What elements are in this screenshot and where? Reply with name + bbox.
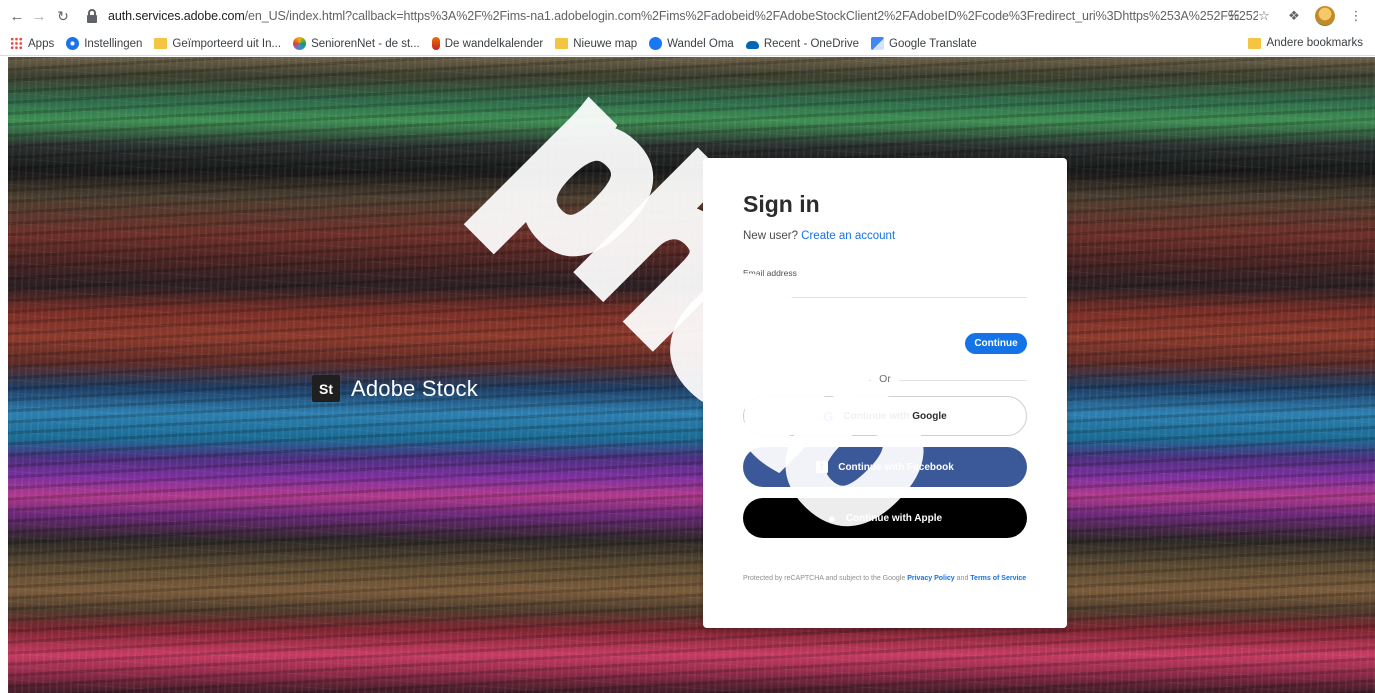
url-text[interactable]: auth.services.adobe.com/en_US/index.html…: [108, 9, 1258, 23]
bookmark-seniorennet[interactable]: SeniorenNet - de st...: [293, 37, 420, 50]
continue-with-google-button[interactable]: G Continue with Google: [743, 396, 1027, 436]
folder-icon: [154, 38, 168, 49]
bookmark-geimporteerd[interactable]: Geïmporteerd uit In...: [154, 38, 281, 50]
page-title: Sign in: [743, 191, 820, 217]
signin-card: Sign in New user? Create an account Emai…: [703, 158, 1067, 628]
apple-icon: ●: [827, 510, 836, 526]
bookmark-google-translate[interactable]: Google Translate: [871, 37, 977, 50]
legal-and: and: [956, 575, 969, 582]
bookmarks-bar: Apps Instellingen Geïmporteerd uit In...…: [0, 32, 1375, 56]
bookmark-label: Apps: [28, 37, 55, 50]
facebook-icon: [649, 37, 663, 50]
apple-button-label: Continue with Apple: [845, 512, 943, 524]
folder-icon: [555, 38, 569, 49]
adobe-stock-logo: St: [312, 375, 340, 402]
bookmark-label: De wandelkalender: [444, 37, 544, 50]
create-account-link[interactable]: Create an account: [801, 230, 895, 242]
url-host: auth.services.adobe.com: [108, 9, 245, 23]
bookmark-label: Geïmporteerd uit In...: [172, 37, 282, 50]
bookmark-label: Wandel Oma: [667, 37, 734, 50]
bookmark-label: SeniorenNet - de st...: [311, 37, 420, 50]
google-button-label: Continue with Google: [843, 410, 947, 422]
bookmark-nieuwe-map[interactable]: Nieuwe map: [555, 38, 637, 50]
continue-with-apple-button[interactable]: ● Continue with Apple: [743, 498, 1027, 538]
bookmark-label: Recent - OneDrive: [763, 37, 860, 50]
translate-icon[interactable]: ☷: [1225, 7, 1243, 25]
folder-icon: [1248, 37, 1262, 49]
facebook-button-label: Continue with Facebook: [838, 461, 954, 473]
bookmark-label: Nieuwe map: [573, 37, 638, 50]
back-arrow-icon[interactable]: ←: [8, 7, 26, 25]
bookmark-label: Instellingen: [84, 37, 143, 50]
brand-name: Adobe Stock: [351, 375, 478, 401]
new-user-label: New user?: [743, 230, 798, 242]
facebook-icon: f: [816, 461, 829, 473]
bookmark-label: Google Translate: [889, 37, 977, 50]
google-icon: G: [823, 408, 834, 424]
apps-grid-icon: [10, 37, 23, 50]
reload-icon[interactable]: ↻: [54, 7, 72, 25]
forward-arrow-icon[interactable]: →: [30, 7, 48, 25]
star-icon[interactable]: ☆: [1255, 7, 1273, 25]
recaptcha-notice: Protected by reCAPTCHA and subject to th…: [743, 573, 1033, 584]
wandelkalender-icon: [431, 37, 440, 50]
bookmark-wandel-oma[interactable]: Wandel Oma: [649, 37, 734, 50]
page-background: St Adobe Stock Sign in New user? Create …: [8, 57, 1375, 693]
background-texture: [8, 57, 1375, 693]
extensions-icon[interactable]: ❖: [1285, 7, 1303, 25]
bookmark-label: Andere bookmarks: [1266, 37, 1363, 49]
email-field[interactable]: [743, 280, 1027, 298]
gear-icon: [66, 37, 80, 50]
terms-of-service-link[interactable]: Terms of Service: [970, 575, 1026, 582]
bookmark-onedrive[interactable]: Recent - OneDrive: [745, 37, 860, 50]
bookmark-instellingen[interactable]: Instellingen: [66, 37, 142, 50]
bookmark-other[interactable]: Andere bookmarks: [1248, 37, 1363, 49]
continue-with-facebook-button[interactable]: f Continue with Facebook: [743, 447, 1027, 487]
bookmark-apps[interactable]: Apps: [10, 37, 54, 50]
brand: St Adobe Stock: [312, 375, 478, 402]
new-user-text: New user? Create an account: [743, 230, 895, 242]
seniorennet-icon: [293, 37, 307, 50]
kebab-menu-icon[interactable]: ⋮: [1347, 7, 1365, 25]
address-bar[interactable]: auth.services.adobe.com/en_US/index.html…: [78, 4, 1313, 28]
email-label: Email address: [743, 268, 797, 278]
google-translate-icon: [871, 37, 885, 50]
legal-text: Protected by reCAPTCHA and subject to th…: [743, 575, 906, 582]
url-path: /en_US/index.html?callback=https%3A%2F%2…: [244, 9, 1258, 23]
profile-avatar[interactable]: [1315, 6, 1335, 26]
or-text: Or: [871, 373, 899, 385]
privacy-policy-link[interactable]: Privacy Policy: [907, 575, 954, 582]
continue-button[interactable]: Continue: [965, 333, 1027, 354]
bookmark-wandelkalender[interactable]: De wandelkalender: [431, 37, 544, 50]
browser-toolbar: ← → ↻ auth.services.adobe.com/en_US/inde…: [0, 0, 1375, 32]
lock-icon[interactable]: [86, 9, 98, 23]
onedrive-icon: [745, 41, 759, 49]
